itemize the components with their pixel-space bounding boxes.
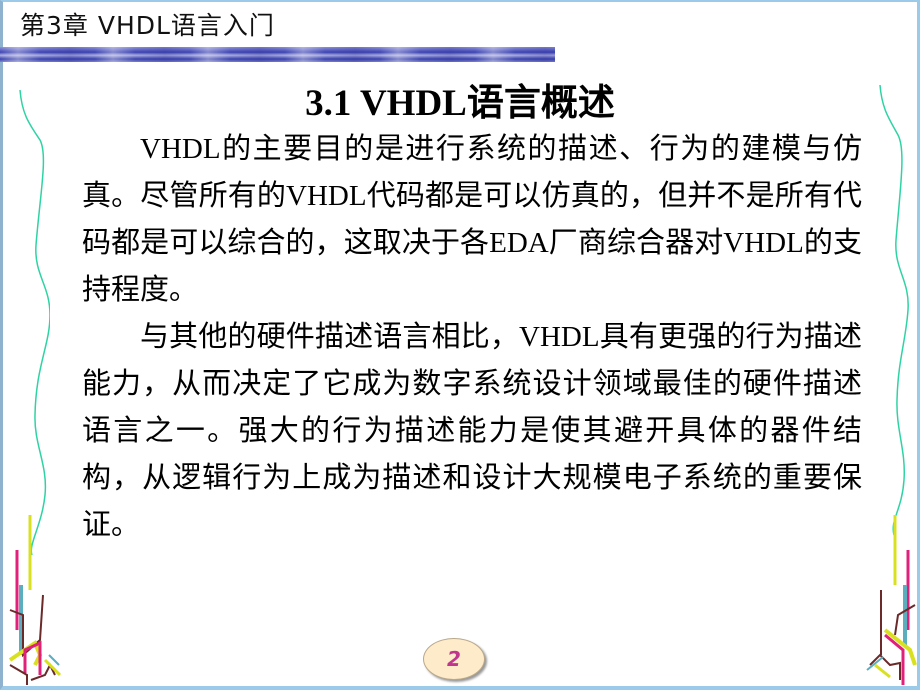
right-wavy-line-icon — [879, 84, 909, 536]
paragraph: 与其他的硬件描述语言相比，VHDL具有更强的行为描述能力，从而决定了它成为数字系… — [82, 321, 862, 541]
slide-body: VHDL的主要目的是进行系统的描述、行为的建模与仿真。尽管所有的VHDL代码都是… — [82, 126, 862, 549]
paragraph: VHDL的主要目的是进行系统的描述、行为的建模与仿真。尽管所有的VHDL代码都是… — [82, 133, 862, 306]
page-number-badge: 2 — [423, 638, 485, 680]
chapter-title: 第3章 VHDL语言入门 — [20, 11, 275, 40]
slide-title: 3.1 VHDL语言概述 — [305, 83, 615, 124]
page-number: 2 — [447, 647, 461, 671]
header-bar — [0, 47, 555, 62]
bottom-left-decoration-icon — [8, 515, 62, 685]
bottom-right-decoration-icon — [866, 515, 917, 685]
left-wavy-line-icon — [19, 89, 50, 556]
